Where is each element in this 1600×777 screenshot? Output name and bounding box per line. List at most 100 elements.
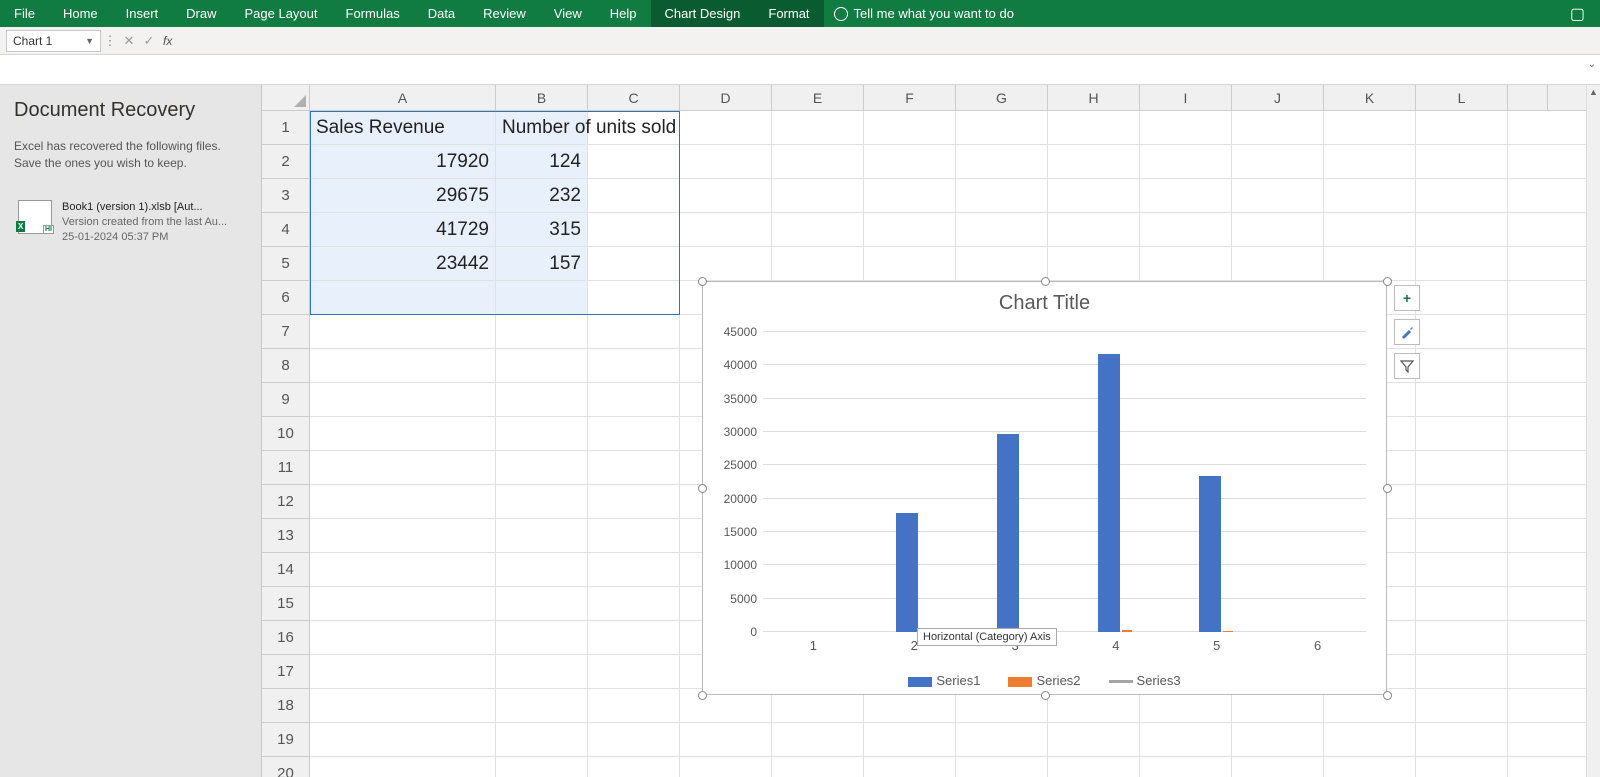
row-header-4[interactable]: 4 xyxy=(262,213,309,247)
ribbon-tab-help[interactable]: Help xyxy=(596,0,651,27)
cell-L20[interactable] xyxy=(1416,757,1508,777)
col-header-B[interactable]: B xyxy=(496,85,588,110)
cell-L7[interactable] xyxy=(1416,315,1508,348)
cell-L16[interactable] xyxy=(1416,621,1508,654)
chart-resize-handle[interactable] xyxy=(698,691,707,700)
cell-I1[interactable] xyxy=(1140,111,1232,144)
ribbon-tab-formulas[interactable]: Formulas xyxy=(332,0,414,27)
cell-H3[interactable] xyxy=(1048,179,1140,212)
cell-H2[interactable] xyxy=(1048,145,1140,178)
col-header-H[interactable]: H xyxy=(1048,85,1140,110)
ribbon-tab-home[interactable]: Home xyxy=(49,0,112,27)
cell-B17[interactable] xyxy=(496,655,588,688)
row-header-7[interactable]: 7 xyxy=(262,315,309,349)
cell-L6[interactable] xyxy=(1416,281,1508,314)
cancel-formula-button[interactable]: ✕ xyxy=(119,33,139,49)
cell-E5[interactable] xyxy=(772,247,864,280)
cell-G4[interactable] xyxy=(956,213,1048,246)
row-header-2[interactable]: 2 xyxy=(262,145,309,179)
chart-resize-handle[interactable] xyxy=(1383,277,1392,286)
cell-I4[interactable] xyxy=(1140,213,1232,246)
cell-B16[interactable] xyxy=(496,621,588,654)
cell-A15[interactable] xyxy=(310,587,496,620)
ribbon-tab-page-layout[interactable]: Page Layout xyxy=(231,0,332,27)
cell-D20[interactable] xyxy=(680,757,772,777)
cell-C17[interactable] xyxy=(588,655,680,688)
row-header-12[interactable]: 12 xyxy=(262,485,309,519)
row-header-13[interactable]: 13 xyxy=(262,519,309,553)
cell-A3[interactable]: 29675 xyxy=(310,179,496,212)
row-header-1[interactable]: 1 xyxy=(262,111,309,145)
ribbon-tab-draw[interactable]: Draw xyxy=(172,0,230,27)
cell-I19[interactable] xyxy=(1140,723,1232,756)
cell-J5[interactable] xyxy=(1232,247,1324,280)
cell-B11[interactable] xyxy=(496,451,588,484)
cell-B12[interactable] xyxy=(496,485,588,518)
cell-A16[interactable] xyxy=(310,621,496,654)
cell-A6[interactable] xyxy=(310,281,496,314)
cell-A12[interactable] xyxy=(310,485,496,518)
row-headers[interactable]: 12345678910111213141516171819202122 xyxy=(262,111,310,777)
cell-A8[interactable] xyxy=(310,349,496,382)
cell-B20[interactable] xyxy=(496,757,588,777)
cell-B9[interactable] xyxy=(496,383,588,416)
cell-B3[interactable]: 232 xyxy=(496,179,588,212)
cell-L8[interactable] xyxy=(1416,349,1508,382)
cell-A20[interactable] xyxy=(310,757,496,777)
cell-C8[interactable] xyxy=(588,349,680,382)
cell-I20[interactable] xyxy=(1140,757,1232,777)
cell-C14[interactable] xyxy=(588,553,680,586)
legend-item-series1[interactable]: Series1 xyxy=(908,673,980,688)
cell-H19[interactable] xyxy=(1048,723,1140,756)
column-headers[interactable]: ABCDEFGHIJKL xyxy=(310,85,1586,111)
cell-K2[interactable] xyxy=(1324,145,1416,178)
row-header-17[interactable]: 17 xyxy=(262,655,309,689)
cell-A7[interactable] xyxy=(310,315,496,348)
chart-resize-handle[interactable] xyxy=(1041,691,1050,700)
cell-E4[interactable] xyxy=(772,213,864,246)
cell-G2[interactable] xyxy=(956,145,1048,178)
cell-K3[interactable] xyxy=(1324,179,1416,212)
chart-legend[interactable]: Series1Series2Series3 xyxy=(703,673,1386,688)
cell-E20[interactable] xyxy=(772,757,864,777)
cell-I2[interactable] xyxy=(1140,145,1232,178)
cell-F4[interactable] xyxy=(864,213,956,246)
cell-B6[interactable] xyxy=(496,281,588,314)
tell-me-search[interactable]: Tell me what you want to do xyxy=(834,6,1014,21)
cell-A5[interactable]: 23442 xyxy=(310,247,496,280)
cell-D5[interactable] xyxy=(680,247,772,280)
cell-B13[interactable] xyxy=(496,519,588,552)
col-header-A[interactable]: A xyxy=(310,85,496,110)
cell-A14[interactable] xyxy=(310,553,496,586)
cell-J4[interactable] xyxy=(1232,213,1324,246)
bar-series2[interactable] xyxy=(1223,631,1233,632)
chart-plot-area[interactable]: 0500010000150002000025000300003500040000… xyxy=(763,332,1366,632)
row-header-8[interactable]: 8 xyxy=(262,349,309,383)
row-header-5[interactable]: 5 xyxy=(262,247,309,281)
col-header-E[interactable]: E xyxy=(772,85,864,110)
cell-C9[interactable] xyxy=(588,383,680,416)
cell-D3[interactable] xyxy=(680,179,772,212)
cell-F19[interactable] xyxy=(864,723,956,756)
cell-B10[interactable] xyxy=(496,417,588,450)
bar-series2[interactable] xyxy=(1122,630,1132,632)
cell-C10[interactable] xyxy=(588,417,680,450)
cell-A4[interactable]: 41729 xyxy=(310,213,496,246)
chart-elements-button[interactable]: + xyxy=(1394,285,1420,311)
share-icon[interactable]: ▢ xyxy=(1555,4,1600,24)
cell-B5[interactable]: 157 xyxy=(496,247,588,280)
cell-C3[interactable] xyxy=(588,179,680,212)
cell-C5[interactable] xyxy=(588,247,680,280)
bar-series1[interactable] xyxy=(997,434,1019,632)
cell-F2[interactable] xyxy=(864,145,956,178)
cell-B19[interactable] xyxy=(496,723,588,756)
cell-C13[interactable] xyxy=(588,519,680,552)
chart-title[interactable]: Chart Title xyxy=(703,292,1386,315)
cell-A19[interactable] xyxy=(310,723,496,756)
cell-C18[interactable] xyxy=(588,689,680,722)
cell-F1[interactable] xyxy=(864,111,956,144)
formula-bar-expand-icon[interactable]: ⌄ xyxy=(1588,59,1596,70)
cell-K20[interactable] xyxy=(1324,757,1416,777)
cell-H5[interactable] xyxy=(1048,247,1140,280)
chart-filters-button[interactable] xyxy=(1394,353,1420,379)
